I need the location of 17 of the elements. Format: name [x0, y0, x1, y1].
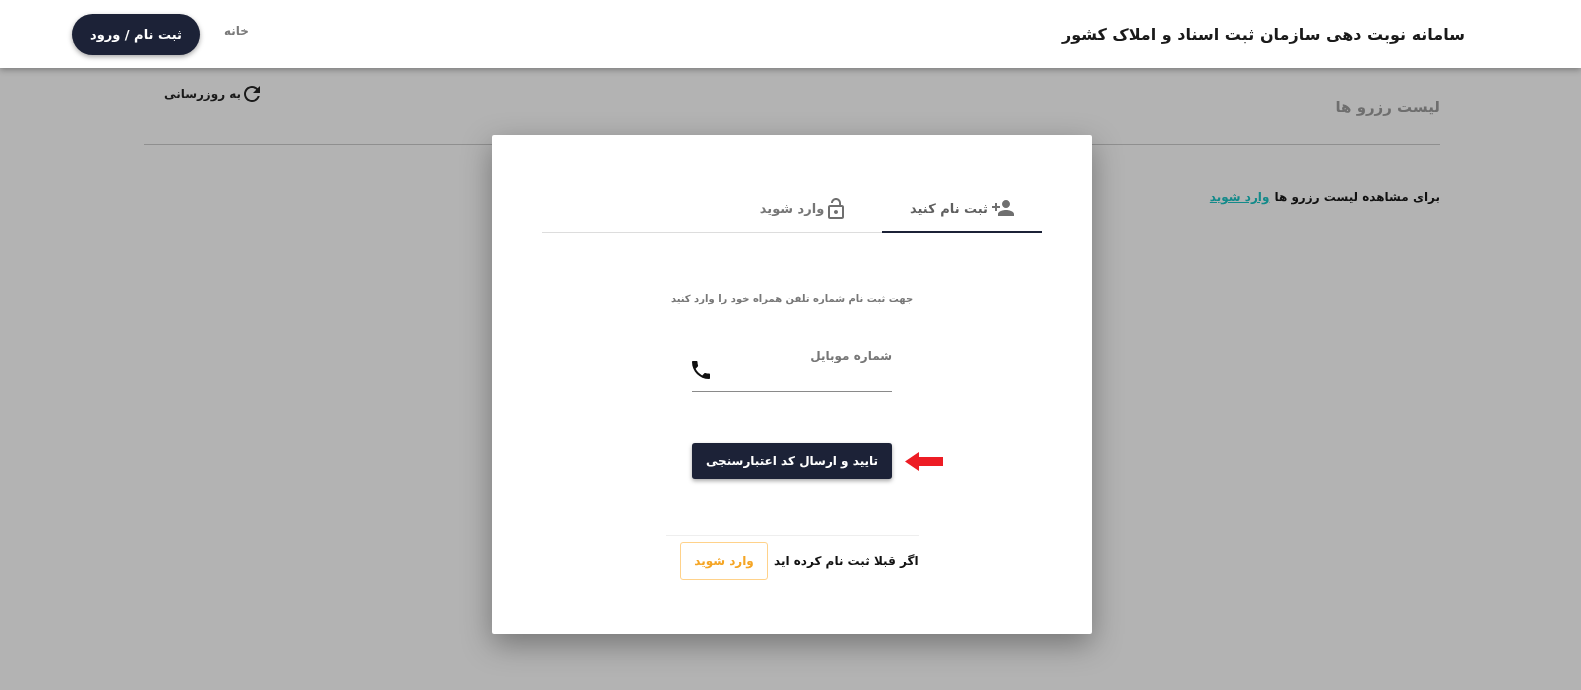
notice-text: برای مشاهده لیست رزرو ها — [1274, 190, 1440, 204]
page-title: لیست رزرو ها — [1335, 98, 1440, 116]
tab[interactable]: وارد شوید — [722, 185, 882, 233]
phone-icon — [692, 361, 710, 379]
mobile-number-field[interactable]: شماره موبایل — [692, 342, 892, 392]
home-link[interactable]: خانه — [223, 24, 249, 38]
login-register-button[interactable]: ثبت نام / ورود — [72, 13, 200, 55]
instruction-text: جهت ثبت نام شماره تلفن همراه خود را وارد کنید — [670, 293, 914, 304]
submit-button[interactable]: تایید و ارسال کد اعتبارسنجی — [691, 443, 893, 479]
padlock-icon — [828, 197, 845, 219]
already-registered-text: اگر قبلا ثبت نام کرده اید — [774, 554, 919, 568]
left-arrow-icon — [905, 452, 944, 471]
refresh-icon — [244, 86, 261, 102]
refresh-button[interactable]: به روزرسانی — [144, 86, 261, 102]
person-add-icon — [992, 200, 1014, 216]
site-title: سامانه نوبت دهی سازمان ثبت اسناد و املاک کشور — [1061, 24, 1465, 44]
tab[interactable]: ثبت نام کنید — [882, 185, 1042, 233]
